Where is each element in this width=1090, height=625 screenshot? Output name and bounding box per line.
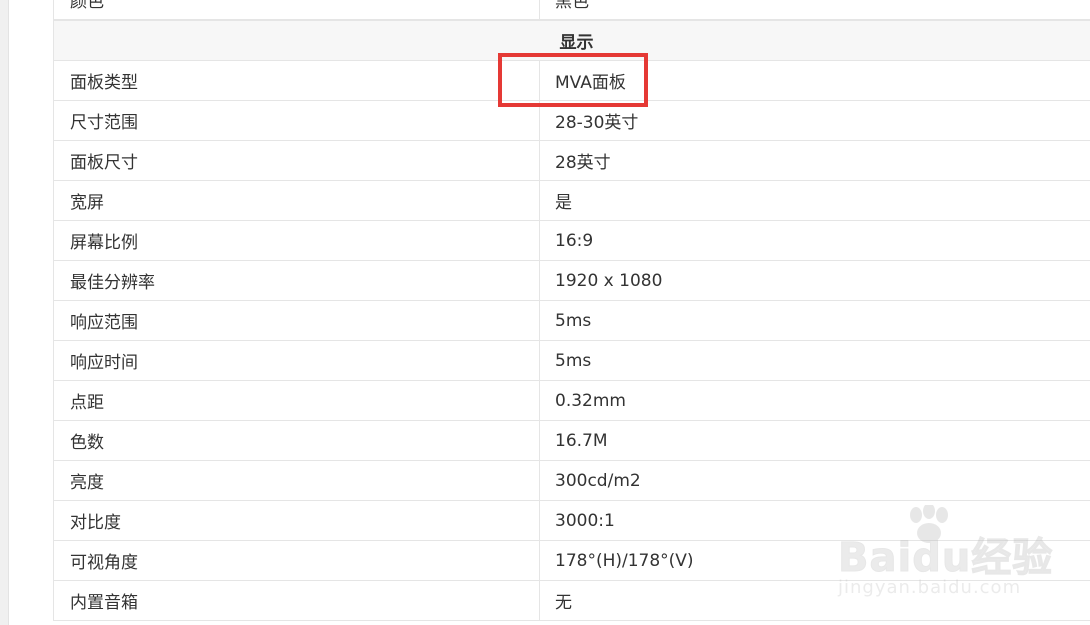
spec-label: 面板类型 — [54, 61, 540, 100]
table-row: 面板尺寸 28英寸 — [54, 141, 1090, 181]
spec-value: 28英寸 — [555, 153, 611, 173]
table-row: 点距 0.32mm — [54, 381, 1090, 421]
spec-label: 色数 — [54, 421, 540, 460]
table-row: 可视角度 178°(H)/178°(V) — [54, 541, 1090, 581]
spec-value: 1920 x 1080 — [555, 270, 663, 291]
spec-value: 黑色 — [555, 0, 589, 12]
table-row: 屏幕比例 16:9 — [54, 221, 1090, 261]
table-row: 面板类型 MVA面板 — [54, 61, 1090, 101]
spec-value: 3000:1 — [555, 510, 615, 531]
spec-value: 16:9 — [555, 230, 594, 251]
spec-value: 无 — [555, 593, 572, 613]
table-row: 响应范围 5ms — [54, 301, 1090, 341]
spec-label: 点距 — [54, 381, 540, 420]
table-row: 尺寸范围 28-30英寸 — [54, 101, 1090, 141]
spec-label: 对比度 — [54, 501, 540, 540]
table-row: 颜色 黑色 — [54, 0, 1090, 20]
table-row: 宽屏 是 — [54, 181, 1090, 221]
spec-value: 5ms — [555, 310, 592, 331]
spec-label: 宽屏 — [54, 181, 540, 220]
left-gutter — [0, 0, 9, 625]
spec-value: 28-30英寸 — [555, 113, 639, 133]
spec-value: 0.32mm — [555, 390, 626, 411]
table-row: 内置音箱 无 — [54, 581, 1090, 621]
spec-table: 颜色 黑色 显示 面板类型 MVA面板 尺寸范围 28-30英寸 面板尺寸 28… — [53, 0, 1090, 621]
spec-value: 300cd/m2 — [555, 470, 641, 491]
spec-label: 响应时间 — [54, 341, 540, 380]
spec-label: 尺寸范围 — [54, 101, 540, 140]
spec-value: 5ms — [555, 350, 592, 371]
spec-label: 亮度 — [54, 461, 540, 500]
spec-value: 是 — [555, 193, 572, 213]
spec-label: 内置音箱 — [54, 581, 540, 620]
spec-label: 最佳分辨率 — [54, 261, 540, 300]
table-row: 亮度 300cd/m2 — [54, 461, 1090, 501]
spec-value: 16.7M — [555, 430, 608, 451]
table-row: 色数 16.7M — [54, 421, 1090, 461]
table-row: 最佳分辨率 1920 x 1080 — [54, 261, 1090, 301]
table-row: 响应时间 5ms — [54, 341, 1090, 381]
table-row: 对比度 3000:1 — [54, 501, 1090, 541]
spec-label: 响应范围 — [54, 301, 540, 340]
spec-label: 颜色 — [54, 0, 540, 19]
spec-value: 178°(H)/178°(V) — [555, 550, 694, 571]
spec-label: 屏幕比例 — [54, 221, 540, 260]
spec-label: 面板尺寸 — [54, 141, 540, 180]
section-header: 显示 — [54, 20, 1090, 61]
spec-label: 可视角度 — [54, 541, 540, 580]
spec-value: MVA面板 — [555, 73, 626, 93]
